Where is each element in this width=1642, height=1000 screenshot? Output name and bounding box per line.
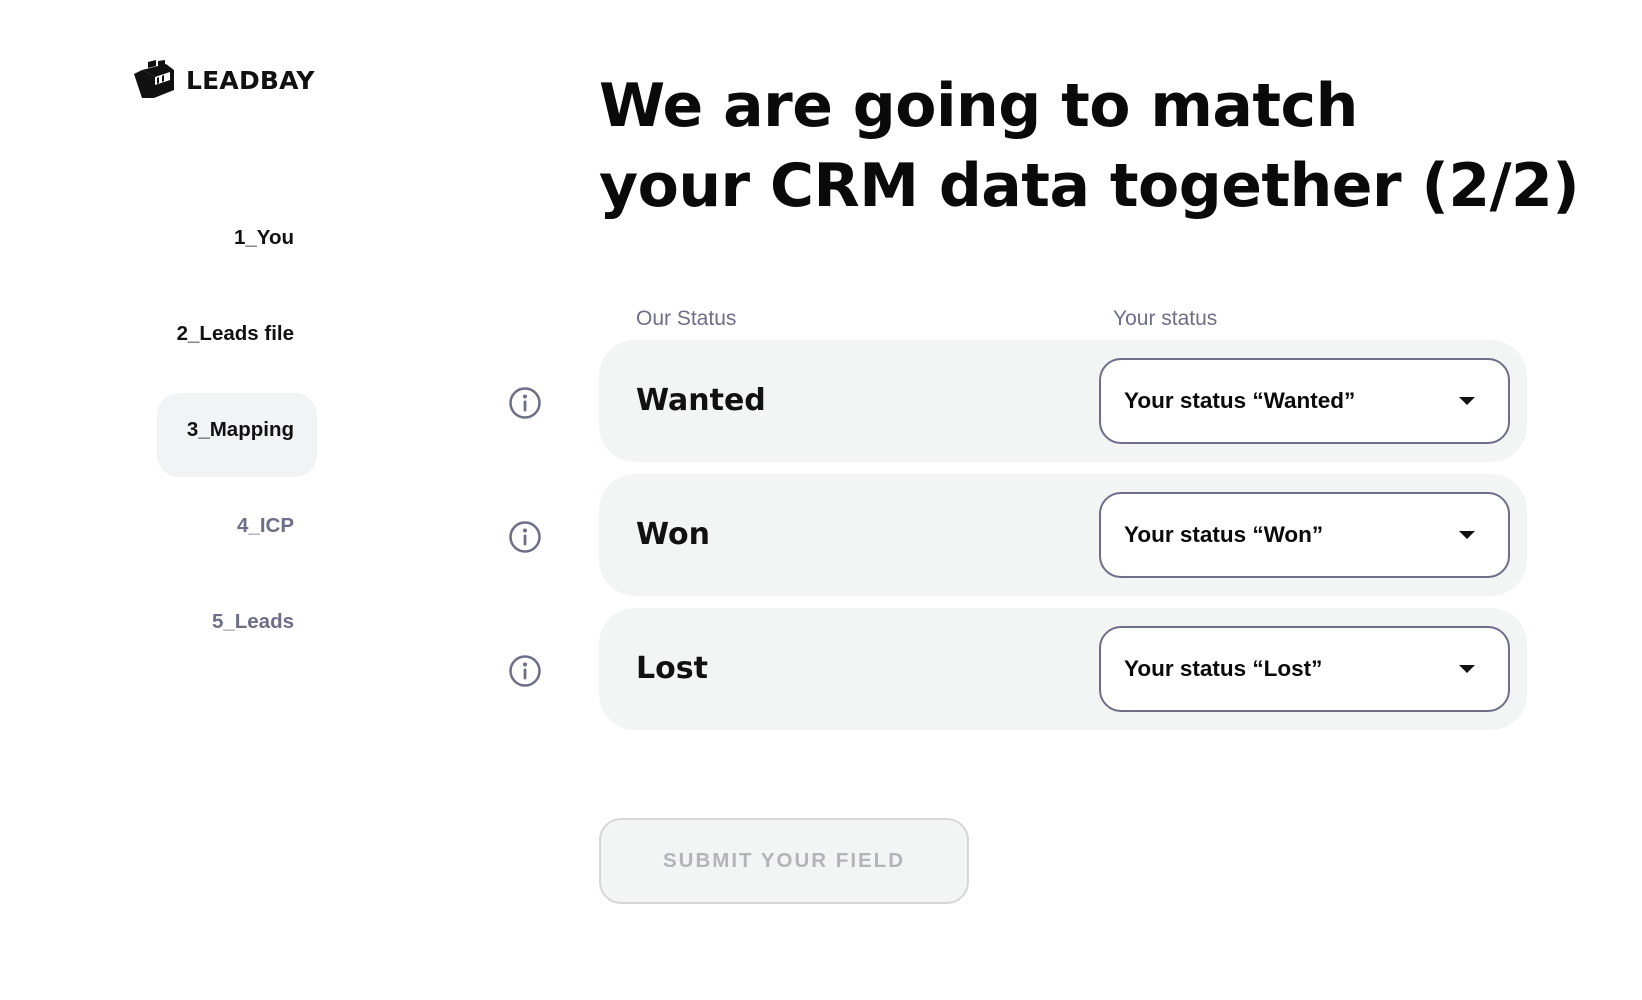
select-value: Your status “Won” xyxy=(1124,522,1324,547)
our-status-label: Lost xyxy=(636,651,708,686)
mapping-row-wanted: Wanted Your status “Wanted” xyxy=(599,340,1527,462)
caret-down-icon xyxy=(1459,397,1475,405)
our-status-column-label: Our Status xyxy=(636,307,737,330)
submit-button[interactable]: SUBMIT YOUR FIELD xyxy=(599,818,969,904)
brand-logo: LEADBAY xyxy=(132,60,315,100)
page-title: We are going to match your CRM data toge… xyxy=(599,66,1580,226)
page-title-line-1: We are going to match xyxy=(599,71,1358,141)
your-status-select[interactable]: Your status “Wanted” xyxy=(1099,358,1510,444)
step-label: 5_Leads xyxy=(211,610,294,633)
leadbay-logo-icon xyxy=(134,60,174,98)
mapping-row-lost: Lost Your status “Lost” xyxy=(599,608,1527,730)
caret-down-icon xyxy=(1459,531,1475,539)
caret-down-icon xyxy=(1459,665,1475,673)
step-label: 2_Leads file xyxy=(176,322,294,345)
step-label: 4_ICP xyxy=(237,514,294,537)
our-status-label: Won xyxy=(636,517,710,552)
mapping-row-won: Won Your status “Won” xyxy=(599,474,1527,596)
info-icon[interactable] xyxy=(508,386,542,420)
step-label: 3_Mapping xyxy=(186,418,294,441)
your-status-column-label: Your status xyxy=(1113,307,1218,330)
page-title-line-2: your CRM data together (2/2) xyxy=(599,151,1580,221)
our-status-label: Wanted xyxy=(636,383,766,418)
info-icon[interactable] xyxy=(508,654,542,688)
select-value: Your status “Wanted” xyxy=(1124,388,1356,413)
select-value: Your status “Lost” xyxy=(1124,656,1323,681)
your-status-select[interactable]: Your status “Won” xyxy=(1099,492,1510,578)
brand-name: LEADBAY xyxy=(186,65,315,95)
your-status-select[interactable]: Your status “Lost” xyxy=(1099,626,1510,712)
info-icon[interactable] xyxy=(508,520,542,554)
step-label: 1_You xyxy=(234,226,294,249)
